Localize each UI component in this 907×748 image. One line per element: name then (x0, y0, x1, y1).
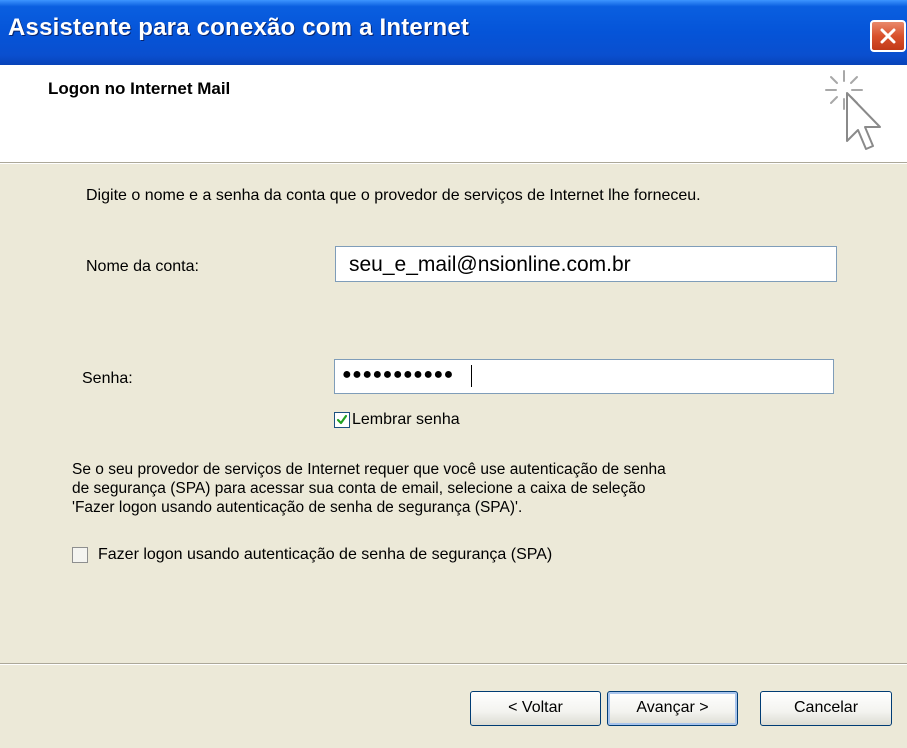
account-name-label: Nome da conta: (86, 258, 199, 275)
header-divider-highlight (0, 163, 907, 164)
account-name-input[interactable]: seu_e_mail@nsionline.com.br (335, 246, 837, 282)
wizard-window: Assistente para conexão com a Internet L… (0, 0, 907, 748)
wizard-header: Logon no Internet Mail (0, 65, 907, 162)
password-value: ●●●●●●●●●●● (342, 366, 454, 383)
spa-checkbox-label[interactable]: Fazer logon usando autenticação de senha… (98, 546, 552, 564)
window-title: Assistente para conexão com a Internet (8, 14, 470, 41)
password-input[interactable]: ●●●●●●●●●●● (334, 359, 834, 394)
checkmark-icon (336, 414, 348, 425)
intro-text: Digite o nome e a senha da conta que o p… (86, 187, 701, 204)
remember-password-checkbox[interactable] (334, 412, 350, 428)
back-button[interactable]: < Voltar (470, 691, 601, 726)
account-name-value: seu_e_mail@nsionline.com.br (349, 253, 631, 276)
title-bar[interactable]: Assistente para conexão com a Internet (0, 0, 907, 65)
close-icon (880, 28, 896, 44)
password-label: Senha: (82, 370, 133, 387)
footer-divider-highlight (0, 664, 907, 665)
next-button[interactable]: Avançar > (607, 691, 738, 726)
spa-description-line: de segurança (SPA) para acessar sua cont… (72, 480, 646, 497)
spa-description: Se o seu provedor de serviços de Interne… (72, 460, 872, 517)
spa-description-line: 'Fazer logon usando autenticação de senh… (72, 499, 523, 516)
cancel-button[interactable]: Cancelar (760, 691, 892, 726)
close-button[interactable] (870, 20, 906, 52)
wizard-cursor-icon (825, 70, 881, 150)
page-title: Logon no Internet Mail (48, 79, 231, 98)
remember-password-label[interactable]: Lembrar senha (352, 411, 460, 429)
text-caret (471, 365, 472, 387)
spa-checkbox[interactable] (72, 547, 88, 563)
spa-description-line: Se o seu provedor de serviços de Interne… (72, 461, 666, 478)
